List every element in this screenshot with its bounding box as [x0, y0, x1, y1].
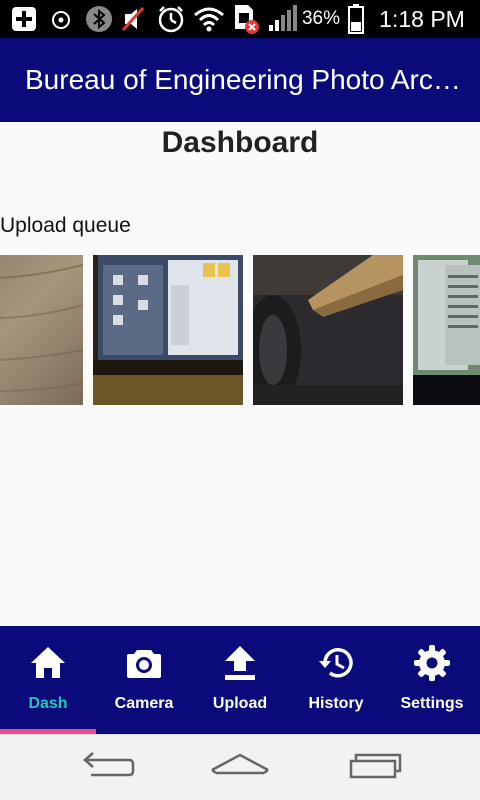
upload-queue-thumbnail[interactable] — [0, 255, 83, 405]
time-container: 1:18 PM — [370, 0, 474, 38]
page-title: Dashboard — [161, 126, 319, 159]
bluetooth-icon — [84, 0, 114, 38]
camera-icon — [125, 644, 163, 682]
laptop-screen-photo — [93, 255, 243, 405]
nav-label: Camera — [114, 695, 174, 712]
nav-label: Dash — [28, 695, 68, 712]
ringer-muted-icon — [120, 0, 146, 38]
nav-label: History — [308, 695, 364, 712]
add-box-icon — [8, 0, 40, 38]
sim-error-icon — [230, 0, 262, 38]
wood-edge-photo — [253, 255, 403, 405]
clock-icon — [155, 0, 187, 38]
status-time: 1:18 PM — [379, 5, 465, 32]
wifi-icon — [192, 0, 226, 38]
home-icon[interactable] — [200, 743, 280, 793]
recent-apps-icon[interactable] — [336, 743, 416, 793]
nav-item-history[interactable]: History — [288, 626, 384, 734]
nav-item-upload[interactable]: Upload — [192, 626, 288, 734]
back-icon[interactable] — [67, 743, 147, 793]
system-nav-bar — [0, 734, 480, 800]
upload-queue-thumbnail[interactable] — [413, 255, 480, 405]
wood-surface-photo — [0, 255, 83, 405]
upload-queue-thumbnail[interactable] — [93, 255, 243, 405]
battery-percent-container: 36% — [299, 0, 343, 38]
screen: 36% 1:18 PM Bureau of Engineering Photo … — [0, 0, 480, 800]
upload-queue-thumbnail[interactable] — [253, 255, 403, 405]
upload-icon — [221, 644, 259, 682]
app-title: Bureau of Engineering Photo Archive — [25, 64, 465, 95]
nav-label: Settings — [400, 695, 464, 712]
nav-item-camera[interactable]: Camera — [96, 626, 192, 734]
battery-icon — [345, 0, 367, 38]
nav-item-settings[interactable]: Settings — [384, 626, 480, 734]
app-bar: Bureau of Engineering Photo Archive — [0, 38, 480, 122]
bottom-nav: Dash Camera Upload History Settings — [0, 626, 480, 734]
nav-item-dash[interactable]: Dash — [0, 626, 96, 734]
gear-icon — [413, 644, 451, 682]
alarm-icon — [48, 0, 74, 38]
home-icon — [29, 644, 67, 682]
signal-icon — [266, 0, 298, 38]
computer-screen-photo — [413, 255, 480, 405]
nav-label: Upload — [212, 695, 268, 712]
battery-percent: 36% — [301, 8, 341, 29]
history-icon — [317, 644, 355, 682]
status-bar: 36% 1:18 PM — [0, 0, 480, 38]
upload-queue-label: Upload queue — [0, 214, 131, 237]
